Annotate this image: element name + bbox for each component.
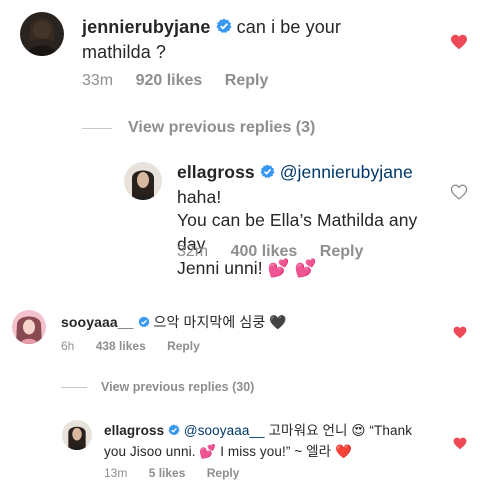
two-hearts-emoji: 💕 [199,443,217,459]
comment-jennierubyjane: jennierubyjane can i be your mathilda ? … [0,0,480,100]
comment-text: jennierubyjane can i be your mathilda ? [82,15,422,65]
likes-count[interactable]: 920 likes [136,72,203,89]
reply-line-2b: I miss you!” ~ 엘라 [220,443,332,459]
verified-badge-icon [260,162,275,186]
likes-count[interactable]: 400 likes [231,243,298,260]
like-heart-icon[interactable] [453,437,467,450]
view-previous-replies-label: View previous replies (30) [101,380,255,394]
divider [82,127,112,129]
reply-meta: 13m 5 likes Reply [104,466,257,480]
reply-meta: 32m 400 likes Reply [177,243,381,261]
like-heart-icon[interactable] [450,34,468,50]
heart-eyes-emoji: 😍 [351,423,366,438]
comment-body: 으악 마지막에 심쿵 [153,314,266,330]
reply-button[interactable]: Reply [225,72,269,89]
comment-line-2: mathilda ? [82,42,167,63]
username[interactable]: ellagross [104,423,164,438]
username[interactable]: ellagross [177,162,255,182]
reply-ellagross-2: ellagross @sooyaaa__ 고마워요 언니 😍 “Thank yo… [0,410,480,491]
reply-text: ellagross @sooyaaa__ 고마워요 언니 😍 “Thank yo… [104,421,424,461]
reply-button[interactable]: Reply [320,243,364,260]
view-previous-replies-label: View previous replies (3) [128,119,316,136]
avatar[interactable] [124,162,162,200]
comment-meta: 6h 438 likes Reply [61,339,218,353]
comment-line-1: can i be your [236,17,342,37]
red-heart-emoji: ❤️ [335,443,352,459]
timestamp: 13m [104,466,128,480]
like-heart-outline-icon[interactable] [450,184,468,200]
timestamp: 6h [61,339,75,353]
black-heart-emoji: 🖤 [269,314,287,330]
username[interactable]: jennierubyjane [82,17,210,37]
verified-badge-icon [216,16,232,40]
view-previous-replies-link[interactable]: View previous replies (30) [61,380,254,394]
like-heart-icon[interactable] [453,326,467,339]
avatar[interactable] [12,310,46,344]
avatar[interactable] [20,12,64,56]
comment-sooyaaa: sooyaaa__ 으악 마지막에 심쿵 🖤 6h 438 likes Repl… [0,300,480,360]
avatar[interactable] [62,420,92,450]
mention-link[interactable]: @sooyaaa__ [184,423,265,438]
verified-badge-icon [137,314,150,333]
reply-korean: 고마워요 언니 [268,423,348,438]
reply-text-1: haha! [177,186,222,207]
reply-button[interactable]: Reply [167,339,200,353]
reply-line-2a: you Jisoo unni. [104,443,196,459]
timestamp: 32m [177,243,209,260]
comment-text: sooyaaa__ 으악 마지막에 심쿵 🖤 [61,313,421,333]
reply-text: ellagross @jennierubyjane haha! You can … [177,161,442,280]
divider [61,386,87,388]
likes-count[interactable]: 438 likes [96,339,146,353]
reply-ellagross-1: ellagross @jennierubyjane haha! You can … [0,150,480,278]
reply-button[interactable]: Reply [207,466,240,480]
mention-link[interactable]: @jennierubyjane [280,162,413,182]
likes-count[interactable]: 5 likes [149,466,186,480]
view-previous-replies-link[interactable]: View previous replies (3) [82,119,315,137]
timestamp: 33m [82,72,114,89]
username[interactable]: sooyaaa__ [61,314,134,330]
quote-start: “Thank [369,423,413,438]
comment-meta: 33m 920 likes Reply [82,72,286,90]
verified-badge-icon [168,422,180,442]
